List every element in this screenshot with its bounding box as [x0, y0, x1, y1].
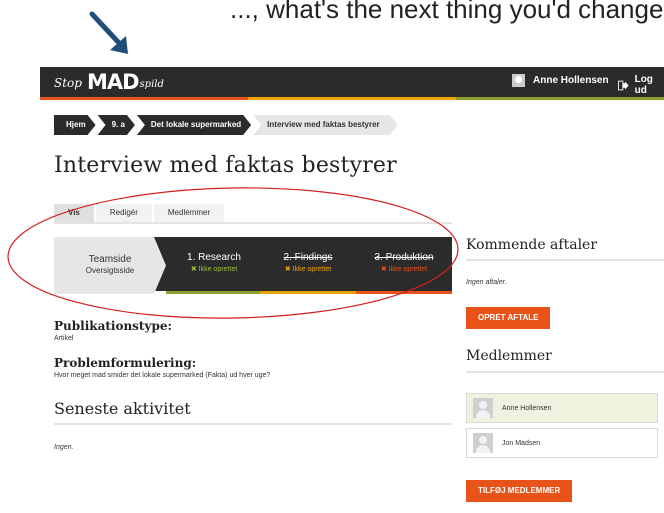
breadcrumb-project[interactable]: Det lokale supermarked: [137, 115, 251, 135]
stripe-yellow: [248, 97, 456, 100]
publication-type-label: Publikationstype:: [54, 319, 172, 333]
user-menu[interactable]: Anne Hollensen: [512, 74, 609, 87]
logout-icon: [618, 80, 629, 90]
upcoming-divider: [466, 259, 664, 261]
annotation-ellipse-icon: [7, 187, 459, 319]
breadcrumb: Hjem 9. a Det lokale supermarked Intervi…: [54, 115, 400, 135]
brand-prefix: Stop: [54, 76, 82, 90]
brand-suffix: spild: [139, 79, 164, 90]
page-title: Interview med faktas bestyrer: [54, 153, 397, 178]
publication-type-value: Artikel: [54, 335, 74, 342]
member-avatar-icon: [473, 398, 493, 418]
brand-logo[interactable]: Stop MAD spild: [54, 70, 164, 94]
breadcrumb-home[interactable]: Hjem: [54, 115, 96, 135]
recent-activity-empty: Ingen.: [54, 444, 74, 451]
brand-main: MAD: [86, 70, 140, 94]
member-item[interactable]: Anne Hollensen: [466, 393, 658, 423]
logout-label: Log ud: [634, 74, 653, 96]
header-stripe: [40, 97, 664, 100]
breadcrumb-current: Interview med faktas bestyrer: [253, 115, 398, 135]
member-name: Anne Hollensen: [502, 404, 552, 412]
stripe-orange: [40, 97, 248, 100]
user-name: Anne Hollensen: [533, 75, 609, 86]
members-divider: [466, 371, 664, 373]
member-avatar-icon: [473, 433, 493, 453]
problem-statement-label: Problemformulering:: [54, 356, 197, 370]
stripe-green: [456, 97, 664, 100]
annotation-arrow-icon: [89, 11, 128, 54]
annotation-text: ..., what's the next thing you'd change?: [230, 0, 664, 24]
recent-activity-divider: [54, 423, 452, 425]
member-item[interactable]: Jon Madsen: [466, 428, 658, 458]
member-name: Jon Madsen: [502, 439, 541, 447]
problem-statement-value: Hvor meget mad smider det lokale superma…: [54, 372, 271, 379]
upcoming-appointments-title: Kommende aftaler: [466, 237, 598, 253]
recent-activity-title: Seneste aktivitet: [54, 399, 191, 418]
add-members-button[interactable]: TILFØJ MEDLEMMER: [466, 480, 573, 502]
breadcrumb-class[interactable]: 9. a: [98, 115, 135, 135]
members-title: Medlemmer: [466, 348, 552, 364]
create-appointment-button[interactable]: OPRET AFTALE: [466, 307, 551, 329]
upcoming-empty: Ingen aftaler.: [466, 279, 507, 286]
avatar: [512, 74, 525, 87]
top-navigation-bar: Stop MAD spild Anne Hollensen Log ud: [40, 67, 664, 97]
logout-link[interactable]: Log ud: [618, 74, 664, 96]
